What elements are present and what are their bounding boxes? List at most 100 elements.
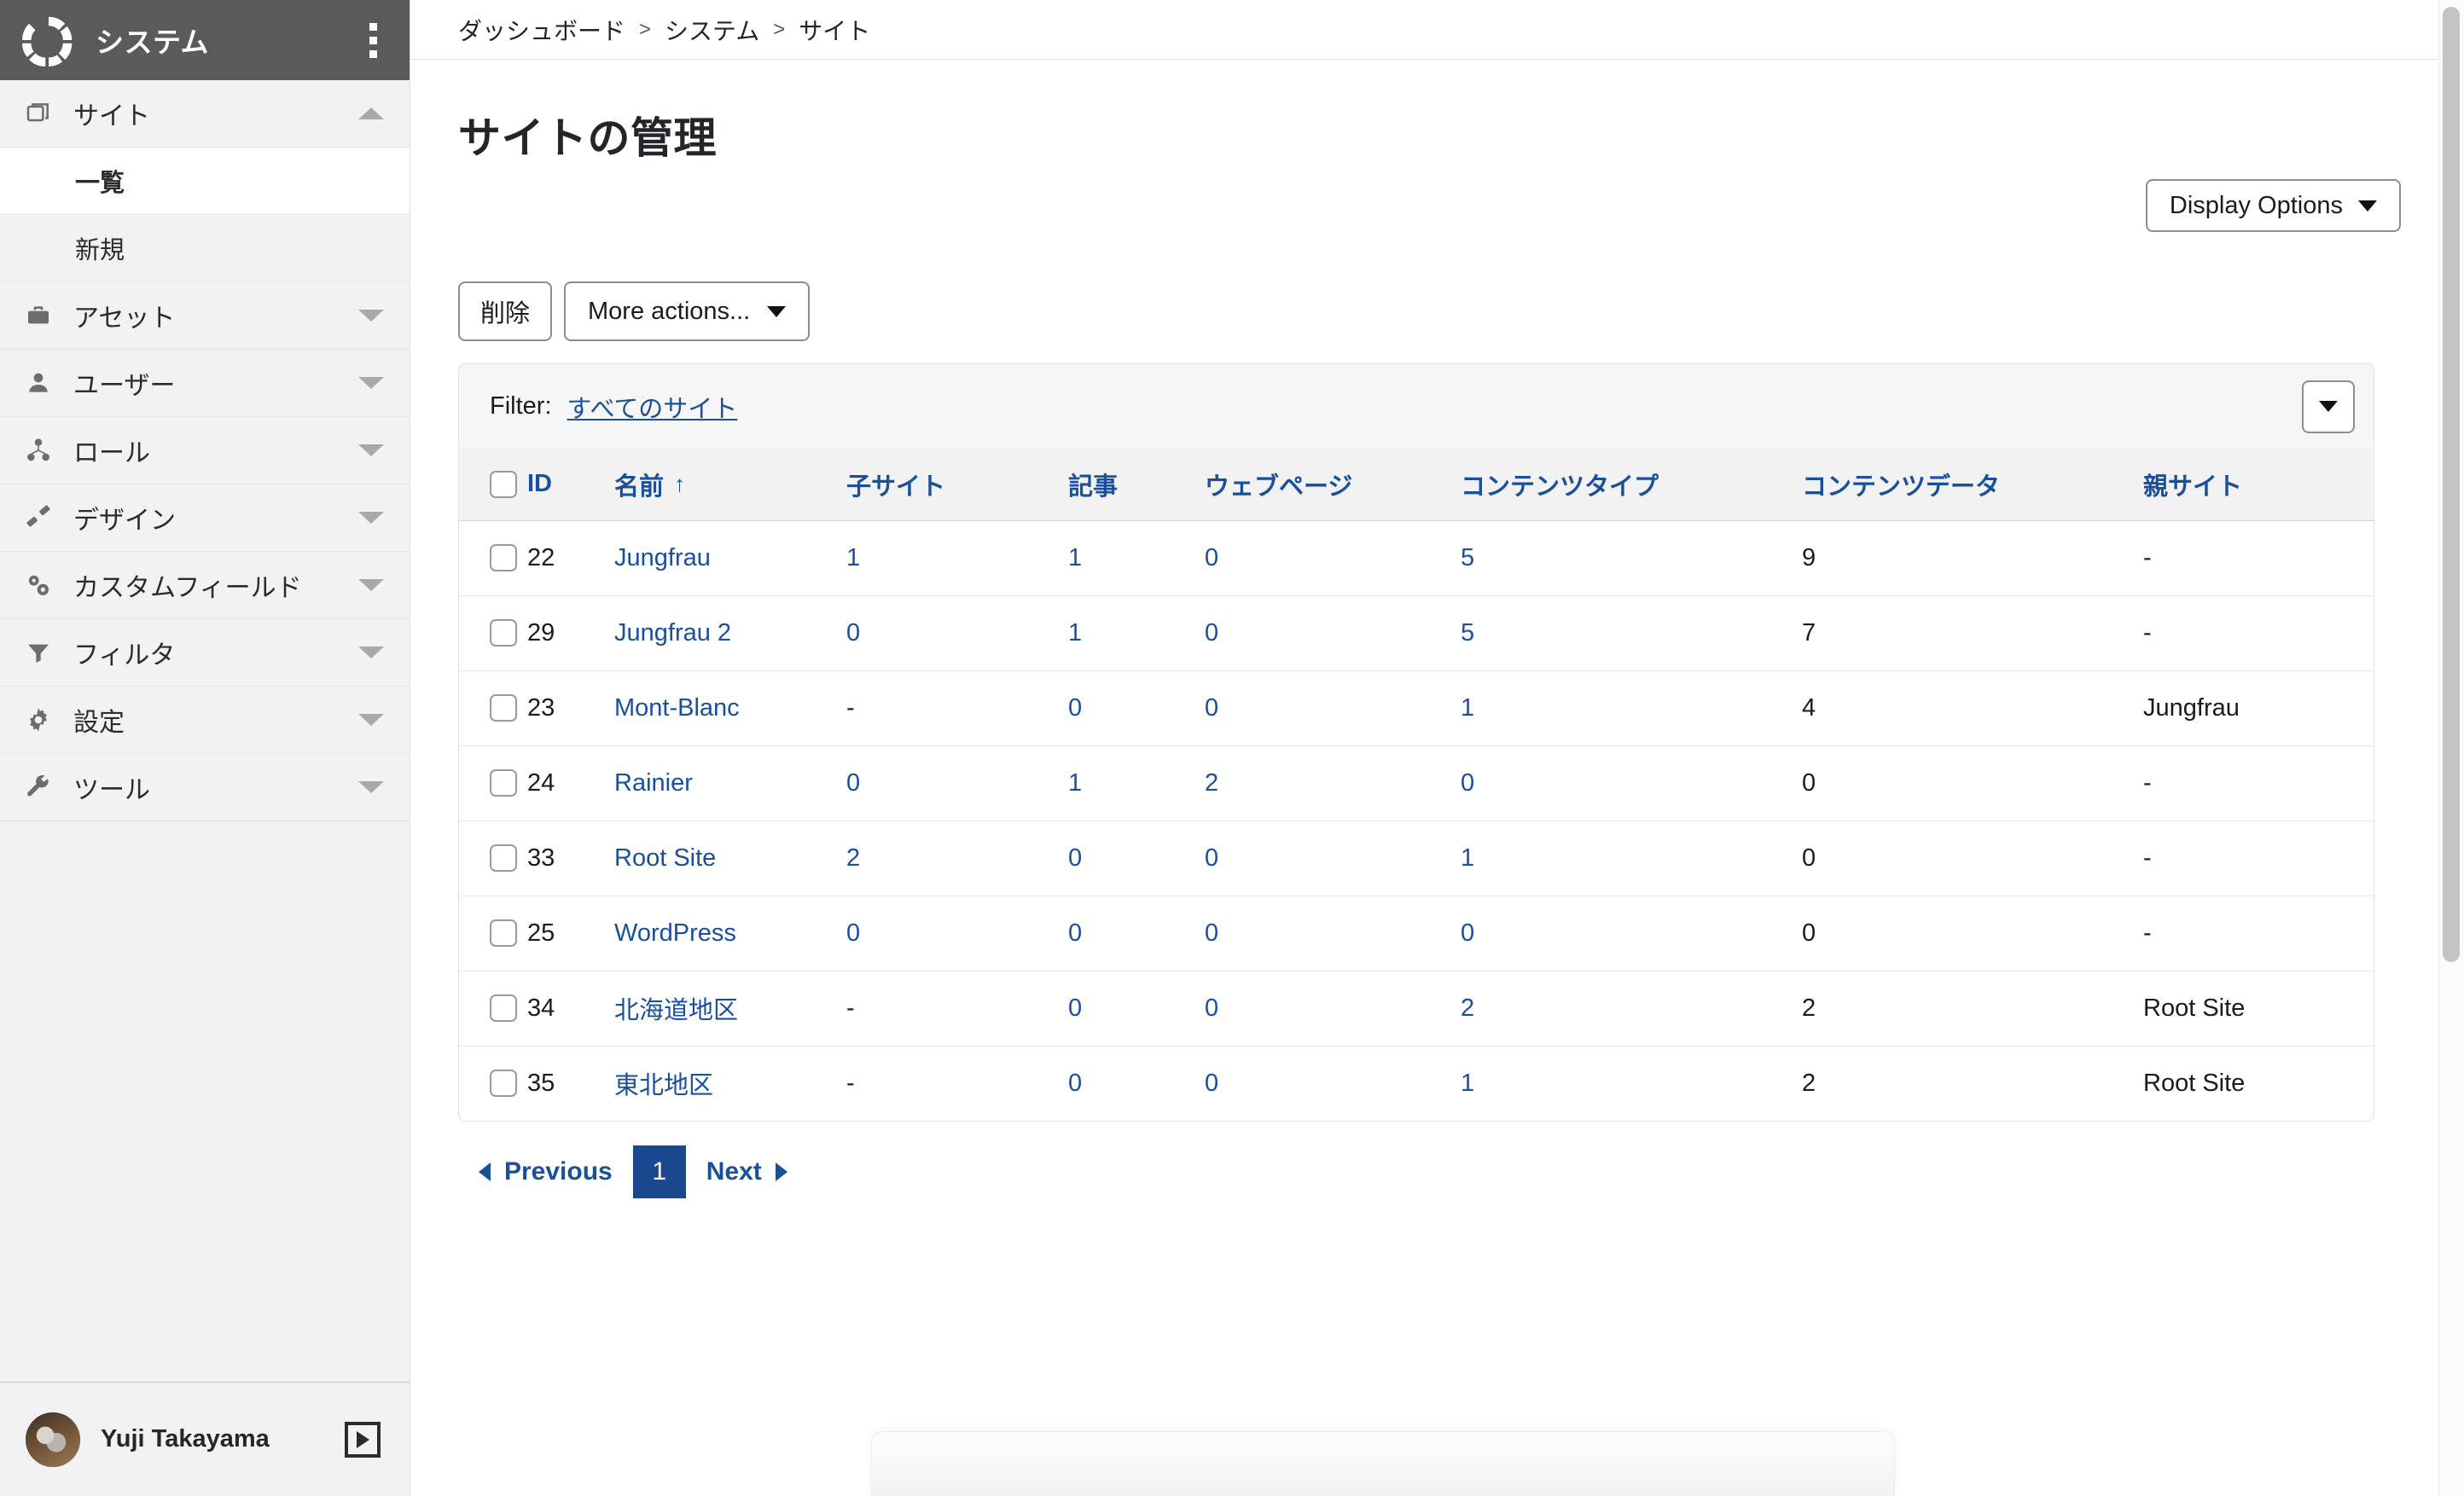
- cell-content-types: 0: [1456, 745, 1797, 821]
- select-all-checkbox[interactable]: [490, 470, 517, 498]
- sidebar-item-settings[interactable]: 設定: [0, 687, 410, 754]
- cell-articles-value[interactable]: 1: [1068, 769, 1082, 797]
- cell-content-types-value[interactable]: 1: [1461, 844, 1474, 872]
- page-scrollbar[interactable]: [2438, 0, 2464, 1496]
- cell-content-types-value[interactable]: 0: [1461, 769, 1474, 797]
- collapse-panel-icon[interactable]: [345, 1421, 381, 1458]
- cell-content-types-value[interactable]: 2: [1461, 994, 1474, 1022]
- breadcrumb-item-dashboard[interactable]: ダッシュボード: [458, 13, 625, 47]
- sidebar-item-users[interactable]: ユーザー: [0, 350, 410, 417]
- sidebar-item-sites[interactable]: サイト: [0, 80, 410, 148]
- column-articles[interactable]: 記事: [1063, 449, 1200, 521]
- chevron-down-icon[interactable]: [358, 781, 384, 793]
- custom-fields-icon: [22, 571, 55, 599]
- cell-webpages-value[interactable]: 0: [1205, 919, 1218, 947]
- pagination-next[interactable]: Next: [686, 1145, 808, 1198]
- cell-articles-value[interactable]: 0: [1068, 694, 1082, 722]
- column-parent-site[interactable]: 親サイト: [2138, 449, 2374, 521]
- cell-child-sites-value[interactable]: 0: [846, 619, 860, 647]
- ring-logo-icon: [22, 16, 73, 67]
- page-title: サイトの管理: [458, 114, 717, 162]
- kebab-menu-icon[interactable]: [363, 18, 384, 63]
- cell-articles-value[interactable]: 0: [1068, 994, 1082, 1022]
- sidebar-item-label: フィルタ: [73, 641, 176, 670]
- cell-content-data: 7: [1797, 595, 2138, 671]
- cell-name-value[interactable]: 北海道地区: [614, 997, 738, 1024]
- sidebar-item-roles[interactable]: ロール: [0, 417, 410, 484]
- cell-child-sites-value[interactable]: 0: [846, 919, 860, 947]
- cell-content-types-value[interactable]: 1: [1461, 1070, 1474, 1097]
- cell-child-sites-value[interactable]: 0: [846, 769, 860, 797]
- cell-articles-value[interactable]: 0: [1068, 1070, 1082, 1097]
- column-webpages[interactable]: ウェブページ: [1200, 449, 1456, 521]
- breadcrumb-item-sites[interactable]: サイト: [799, 13, 870, 47]
- chevron-down-icon[interactable]: [358, 512, 384, 524]
- chevron-down-icon[interactable]: [358, 310, 384, 322]
- cell-articles-value[interactable]: 0: [1068, 844, 1082, 872]
- cell-name-value[interactable]: Root Site: [614, 844, 716, 872]
- column-content-data[interactable]: コンテンツデータ: [1797, 449, 2138, 521]
- cell-name-value[interactable]: Rainier: [614, 769, 693, 797]
- column-name[interactable]: 名前 ↑: [611, 449, 841, 521]
- more-actions-button[interactable]: More actions...: [564, 281, 811, 341]
- cell-webpages-value[interactable]: 0: [1205, 1070, 1218, 1097]
- cell-webpages-value[interactable]: 0: [1205, 544, 1218, 571]
- cell-child-sites: 1: [841, 520, 1063, 596]
- column-content-types[interactable]: コンテンツタイプ: [1456, 449, 1797, 521]
- cell-content-types-value[interactable]: 5: [1461, 544, 1474, 571]
- chevron-down-icon[interactable]: [358, 714, 384, 726]
- delete-button[interactable]: 削除: [458, 281, 553, 341]
- sidebar-item-new[interactable]: 新規: [0, 215, 410, 282]
- sidebar-item-list[interactable]: 一覧: [0, 148, 410, 215]
- cell-webpages: 0: [1200, 670, 1456, 746]
- chevron-down-icon[interactable]: [358, 647, 384, 658]
- chevron-down-icon[interactable]: [358, 579, 384, 591]
- filter-dropdown-button[interactable]: [2302, 380, 2355, 433]
- row-checkbox[interactable]: [490, 919, 517, 947]
- row-checkbox[interactable]: [490, 619, 517, 647]
- avatar[interactable]: [26, 1412, 80, 1467]
- row-checkbox[interactable]: [490, 844, 517, 872]
- cell-articles-value[interactable]: 0: [1068, 919, 1082, 947]
- cell-webpages-value[interactable]: 0: [1205, 694, 1218, 722]
- cell-articles-value[interactable]: 1: [1068, 544, 1082, 571]
- column-label: コンテンツタイプ: [1461, 473, 1659, 501]
- filter-value-link[interactable]: すべてのサイト: [567, 389, 738, 425]
- chevron-down-icon[interactable]: [358, 377, 384, 389]
- cell-content-types-value[interactable]: 5: [1461, 619, 1474, 647]
- pagination-previous[interactable]: Previous: [458, 1145, 633, 1198]
- cell-child-sites-value[interactable]: 2: [846, 844, 860, 872]
- row-select-cell: [459, 595, 522, 671]
- cell-webpages-value[interactable]: 0: [1205, 844, 1218, 872]
- sidebar-item-tools[interactable]: ツール: [0, 754, 410, 821]
- cell-webpages-value[interactable]: 0: [1205, 994, 1218, 1022]
- chevron-down-icon[interactable]: [358, 444, 384, 456]
- cell-name-value[interactable]: Jungfrau 2: [614, 619, 731, 647]
- cell-webpages-value[interactable]: 0: [1205, 619, 1218, 647]
- row-checkbox[interactable]: [490, 769, 517, 797]
- cell-name-value[interactable]: 東北地区: [614, 1072, 713, 1099]
- row-checkbox[interactable]: [490, 1070, 517, 1098]
- sidebar-item-design[interactable]: デザイン: [0, 484, 410, 552]
- sidebar-item-filters[interactable]: フィルタ: [0, 619, 410, 687]
- column-child-sites[interactable]: 子サイト: [841, 449, 1063, 521]
- pagination-page-1[interactable]: 1: [632, 1145, 686, 1198]
- cell-child-sites-value[interactable]: 1: [846, 544, 860, 571]
- row-checkbox[interactable]: [490, 544, 517, 571]
- cell-articles-value[interactable]: 1: [1068, 619, 1082, 647]
- row-checkbox[interactable]: [490, 994, 517, 1022]
- cell-name-value[interactable]: Mont-Blanc: [614, 694, 740, 722]
- cell-name-value[interactable]: WordPress: [614, 919, 736, 947]
- sidebar-item-assets[interactable]: アセット: [0, 282, 410, 350]
- breadcrumb-item-system[interactable]: システム: [665, 13, 759, 47]
- cell-name-value[interactable]: Jungfrau: [614, 544, 711, 571]
- scrollbar-thumb[interactable]: [2443, 7, 2460, 962]
- chevron-up-icon[interactable]: [358, 107, 384, 119]
- cell-content-types-value[interactable]: 1: [1461, 694, 1474, 722]
- row-checkbox[interactable]: [490, 694, 517, 722]
- cell-content-types-value[interactable]: 0: [1461, 919, 1474, 947]
- display-options-button[interactable]: Display Options: [2145, 179, 2401, 232]
- cell-webpages-value[interactable]: 2: [1205, 769, 1218, 797]
- sidebar-item-custom-fields[interactable]: カスタムフィールド: [0, 552, 410, 619]
- column-id[interactable]: ID: [522, 449, 611, 521]
